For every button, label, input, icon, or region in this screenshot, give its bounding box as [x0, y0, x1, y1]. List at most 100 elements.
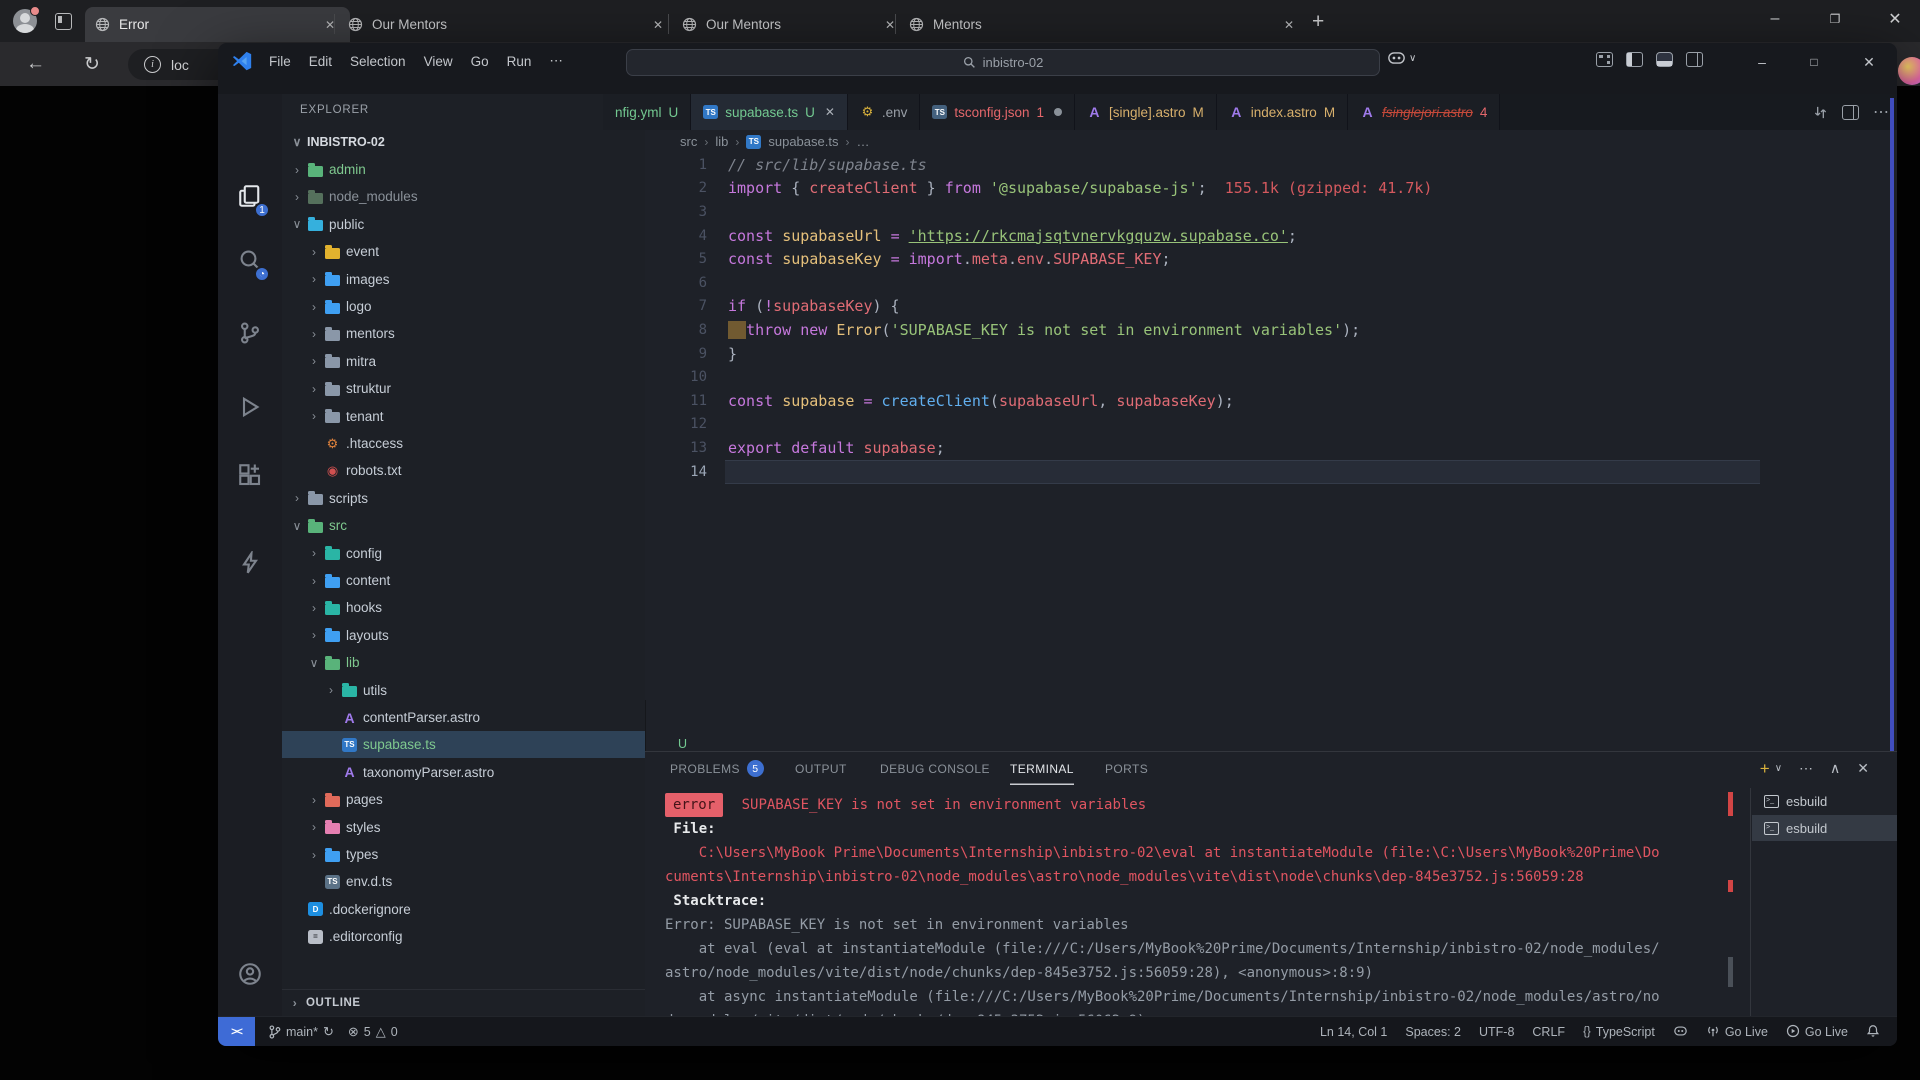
breadcrumb[interactable]: src›lib›TSsupabase.ts›…: [680, 134, 869, 149]
tree-folder-scripts[interactable]: ›scripts: [282, 485, 645, 512]
git-branch-status[interactable]: main* ↻: [261, 1021, 341, 1043]
panel-tab-output[interactable]: OUTPUT: [795, 752, 847, 785]
browser-tab[interactable]: Our Mentors✕: [672, 7, 910, 42]
menu-run[interactable]: Run: [498, 50, 541, 73]
browser-restore-button[interactable]: ❐: [1812, 0, 1858, 38]
panel-tab-terminal[interactable]: TERMINAL: [1010, 752, 1074, 785]
tree-file-contentParser.astro[interactable]: AcontentParser.astro: [282, 704, 645, 731]
activity-debug-icon[interactable]: [218, 385, 282, 433]
activity-extensions-icon[interactable]: [218, 453, 282, 501]
tree-folder-src[interactable]: ∨src: [282, 512, 645, 539]
terminal-scrollbar-thumb[interactable]: [1728, 957, 1733, 987]
browser-close-button[interactable]: ✕: [1872, 0, 1918, 38]
tab-close-icon[interactable]: ✕: [1279, 16, 1299, 34]
tree-folder-pages[interactable]: ›pages: [282, 786, 645, 813]
vscode-maximize-button[interactable]: □: [1793, 43, 1835, 81]
panel-tab-debug-console[interactable]: DEBUG CONSOLE: [880, 752, 990, 785]
menu-view[interactable]: View: [415, 50, 462, 73]
tree-folder-content[interactable]: ›content: [282, 567, 645, 594]
split-editor-icon[interactable]: [1842, 105, 1859, 120]
activity-scm-icon[interactable]: [218, 311, 282, 359]
browser-back-button[interactable]: ←: [26, 53, 45, 75]
tree-folder-node_modules[interactable]: ›node_modules: [282, 183, 645, 210]
menu-overflow-icon[interactable]: ⋯: [540, 49, 572, 73]
browser-tab[interactable]: Mentors✕: [899, 7, 1309, 42]
status-bell[interactable]: [1859, 1021, 1887, 1043]
copilot-account-chip[interactable]: ∨: [1388, 51, 1416, 65]
tree-file-.editorconfig[interactable]: =.editorconfig: [282, 923, 645, 950]
terminal-instance-esbuild[interactable]: >_esbuild: [1752, 788, 1897, 814]
terminal-output[interactable]: error SUPABASE_KEY is not set in environ…: [665, 793, 1755, 1013]
remote-indicator[interactable]: ><: [218, 1017, 255, 1046]
vscode-close-button[interactable]: ✕: [1848, 43, 1890, 81]
editor-tab-tsconfig.json[interactable]: TStsconfig.json1: [920, 94, 1075, 130]
vscode-minimize-button[interactable]: –: [1741, 43, 1783, 81]
new-terminal-icon[interactable]: +: [1760, 759, 1770, 779]
browser-tab[interactable]: Error✕: [85, 7, 350, 42]
tab-actions-icon[interactable]: [55, 13, 72, 30]
status-copilot[interactable]: [1666, 1021, 1695, 1043]
compare-changes-icon[interactable]: [1813, 105, 1828, 120]
tab-close-icon[interactable]: ✕: [825, 105, 835, 119]
tree-folder-lib[interactable]: ∨lib: [282, 649, 645, 676]
close-panel-icon[interactable]: ✕: [1857, 760, 1869, 777]
status-typescript[interactable]: {}TypeScript: [1576, 1021, 1662, 1043]
status-go-live[interactable]: Go Live: [1699, 1021, 1775, 1043]
maximize-panel-icon[interactable]: ∧: [1830, 760, 1840, 777]
more-actions-icon[interactable]: ⋯: [1873, 102, 1889, 122]
problems-status[interactable]: ⊗ 5 △ 0: [341, 1021, 405, 1043]
editor-tab-.env[interactable]: ⚙.env: [848, 94, 921, 130]
breadcrumb-item[interactable]: src: [680, 134, 697, 149]
menu-go[interactable]: Go: [462, 50, 498, 73]
status-spaces-2[interactable]: Spaces: 2: [1398, 1021, 1468, 1043]
tree-file-.dockerignore[interactable]: D.dockerignore: [282, 896, 645, 923]
toggle-panel-icon[interactable]: [1656, 52, 1673, 67]
section-outline[interactable]: ›OUTLINE: [282, 989, 645, 1016]
tab-close-icon[interactable]: ✕: [320, 16, 340, 34]
activity-files-icon[interactable]: 1: [218, 174, 282, 222]
new-tab-button[interactable]: +: [1312, 10, 1324, 34]
browser-minimize-button[interactable]: –: [1752, 0, 1798, 38]
tree-folder-logo[interactable]: ›logo: [282, 293, 645, 320]
tree-file-env.d.ts[interactable]: TSenv.d.ts: [282, 868, 645, 895]
tree-folder-admin[interactable]: ›admin: [282, 156, 645, 183]
editor-tab-supabase.ts[interactable]: TSsupabase.tsU✕: [691, 94, 848, 130]
tree-folder-public[interactable]: ∨public: [282, 211, 645, 238]
status-ln-14-col-1[interactable]: Ln 14, Col 1: [1313, 1021, 1394, 1043]
tree-folder-mentors[interactable]: ›mentors: [282, 320, 645, 347]
status-crlf[interactable]: CRLF: [1525, 1021, 1572, 1043]
breadcrumb-item[interactable]: lib: [715, 134, 728, 149]
menu-selection[interactable]: Selection: [341, 50, 415, 73]
customize-layout-icon[interactable]: [1596, 52, 1613, 67]
tab-close-icon[interactable]: ✕: [648, 16, 668, 34]
tree-folder-config[interactable]: ›config: [282, 540, 645, 567]
browser-reload-button[interactable]: ↻: [84, 53, 100, 76]
editor-tab-[single].astro[interactable]: A[single].astroM: [1075, 94, 1217, 130]
editor-tab-fsinglejori.astro[interactable]: Afsinglejori.astro4: [1348, 94, 1500, 130]
editor-tab-index.astro[interactable]: Aindex.astroM: [1217, 94, 1348, 130]
tree-folder-layouts[interactable]: ›layouts: [282, 622, 645, 649]
more-actions-icon[interactable]: ⋯: [1799, 760, 1813, 777]
status-utf-8[interactable]: UTF-8: [1472, 1021, 1521, 1043]
tree-folder-mitra[interactable]: ›mitra: [282, 348, 645, 375]
browser-tab[interactable]: Our Mentors✕: [338, 7, 678, 42]
explorer-root-folder[interactable]: ∨ INBISTRO-02: [282, 130, 645, 154]
menu-edit[interactable]: Edit: [300, 50, 341, 73]
tree-folder-types[interactable]: ›types: [282, 841, 645, 868]
panel-tab-ports[interactable]: PORTS: [1105, 752, 1148, 785]
activity-bolt-icon[interactable]: [218, 541, 282, 589]
activity-search-icon[interactable]: ◔: [218, 238, 282, 286]
tab-close-icon[interactable]: ✕: [880, 16, 900, 34]
editor-tab-nfig.yml[interactable]: nfig.ymlU: [603, 94, 691, 130]
tree-file-robots.txt[interactable]: ◉robots.txt: [282, 457, 645, 484]
terminal-profile-chevron-icon[interactable]: ∨: [1775, 763, 1782, 774]
activity-account-icon[interactable]: [218, 952, 282, 1000]
tree-folder-tenant[interactable]: ›tenant: [282, 403, 645, 430]
tree-folder-utils[interactable]: ›utils: [282, 677, 645, 704]
code-viewport[interactable]: 1// src/lib/supabase.ts2import { createC…: [645, 153, 1897, 700]
tree-folder-struktur[interactable]: ›struktur: [282, 375, 645, 402]
status-go-live[interactable]: Go Live: [1779, 1021, 1855, 1043]
tree-folder-hooks[interactable]: ›hooks: [282, 594, 645, 621]
breadcrumb-item[interactable]: …: [856, 134, 869, 149]
menu-file[interactable]: File: [260, 50, 300, 73]
